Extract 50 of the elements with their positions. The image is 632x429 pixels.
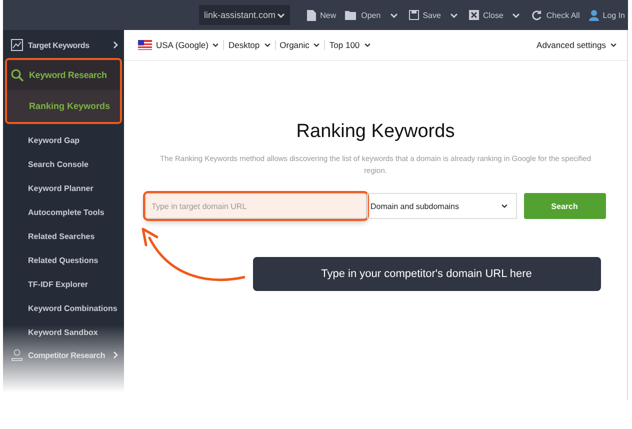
toolbar-button[interactable]: Open: [342, 10, 403, 20]
sidebar-item[interactable]: Keyword Combinations: [3, 296, 124, 320]
sidebar-item[interactable]: Search Console: [3, 152, 124, 176]
close-icon: [468, 10, 479, 20]
chevron-icon: [113, 41, 118, 49]
document-icon: [307, 10, 316, 20]
refresh-icon: [531, 10, 542, 20]
save-icon: [408, 10, 419, 20]
filter-dropdown[interactable]: Top 100: [325, 40, 375, 50]
sidebar-item[interactable]: Related Searches: [3, 224, 124, 248]
callout-tooltip: Type in your competitor's domain URL here: [252, 257, 600, 291]
toolbar-button[interactable]: Close: [466, 10, 526, 20]
project-select[interactable]: link-assistant.com: [199, 5, 290, 25]
caret-icon: [212, 43, 220, 47]
caret-icon: [364, 43, 371, 47]
domain-input-field[interactable]: Type in target domain URL: [144, 193, 366, 219]
filter-dropdown[interactable]: USA (Google): [134, 40, 224, 50]
caret-icon: [500, 204, 508, 208]
caret-icon: [450, 12, 458, 18]
toolbar-button[interactable]: Check All: [528, 10, 583, 20]
user-icon: [588, 10, 599, 20]
toolbar-button[interactable]: New: [304, 10, 340, 20]
toolbar-button[interactable]: Log In: [586, 10, 628, 20]
caret-icon: [610, 43, 617, 47]
advanced-settings-dropdown[interactable]: Advanced settings: [532, 40, 621, 50]
flag-icon: [138, 40, 152, 50]
sidebar-item[interactable]: Ranking Keywords: [7, 90, 120, 122]
sidebar-item[interactable]: Target Keywords: [5, 34, 122, 56]
toolbar-button[interactable]: Save: [406, 10, 463, 20]
scope-select[interactable]: Domain and subdomains: [366, 193, 516, 219]
sidebar-item[interactable]: Keyword Planner: [3, 176, 124, 200]
sidebar-item[interactable]: TF-IDF Explorer: [3, 272, 124, 296]
caret-icon: [390, 12, 398, 18]
caret-icon: [264, 43, 271, 47]
filter-dropdown[interactable]: Organic: [276, 40, 324, 50]
sidebar-item[interactable]: Keyword Research: [7, 60, 120, 90]
sidebar-item[interactable]: Keyword Sandbox: [3, 320, 124, 344]
sidebar-item[interactable]: Autocomplete Tools: [3, 200, 124, 224]
folder-icon: [345, 10, 358, 20]
caret-icon: [277, 12, 286, 18]
page-heading: Ranking Keywords: [296, 121, 455, 143]
sidebar-item[interactable]: Related Questions: [3, 248, 124, 272]
filter-dropdown[interactable]: Desktop: [224, 40, 275, 50]
person-icon: [11, 349, 23, 361]
search-icon: [11, 68, 24, 82]
chevron-icon: [113, 351, 118, 359]
sidebar-item[interactable]: Keyword Gap: [3, 128, 124, 152]
caret-icon: [512, 12, 520, 18]
caret-icon: [313, 43, 320, 47]
chart-icon: [11, 39, 23, 51]
